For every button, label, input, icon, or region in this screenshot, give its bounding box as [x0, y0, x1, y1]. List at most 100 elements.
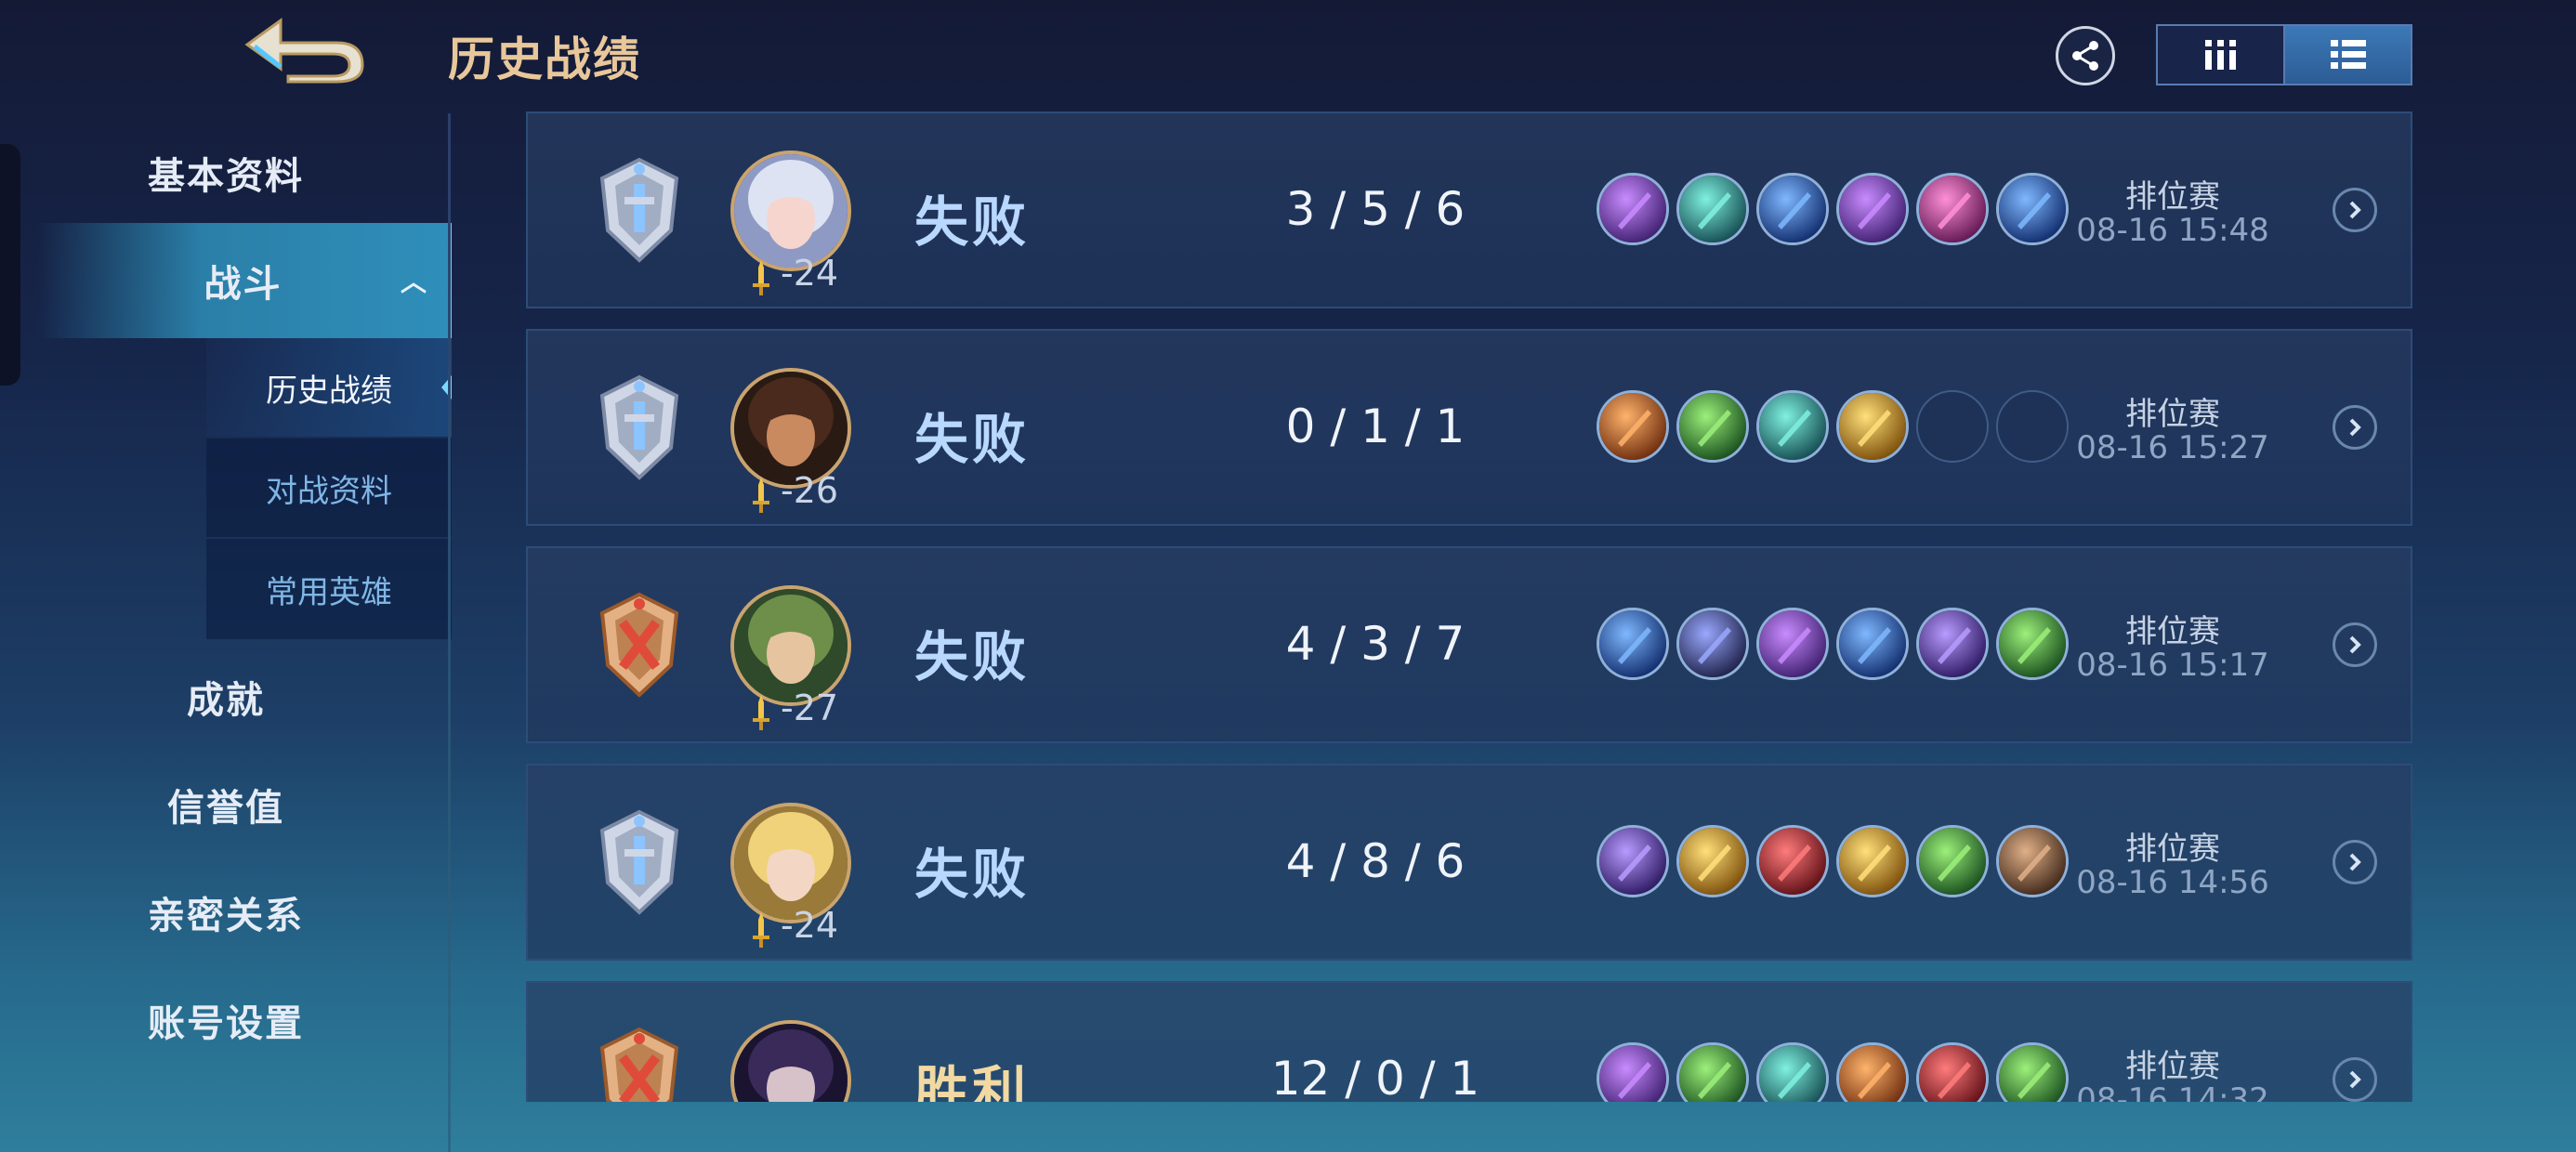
match-detail-button[interactable]: [2333, 188, 2377, 232]
item-icon-gold-ring: [1836, 390, 1909, 463]
item-icon-blue-spear: [1996, 173, 2069, 245]
match-result: 失败: [914, 190, 1031, 254]
nav-item-label: 常用英雄: [266, 573, 392, 611]
item-icon-dark-boots: [1676, 608, 1749, 680]
kda-score: 4 / 3 / 7: [1285, 617, 1465, 671]
sword-icon: [753, 260, 769, 295]
match-result: 失败: [914, 408, 1031, 471]
rank-emblem-icon: [591, 808, 688, 918]
sword-icon: [753, 478, 769, 513]
nav-subitem-common-heroes[interactable]: 常用英雄: [206, 539, 452, 639]
item-icon-purple-mask: [1836, 173, 1909, 245]
item-icon-gold-spear: [1676, 825, 1749, 897]
match-type: 排位赛: [2125, 831, 2220, 868]
nav-subitem-match-history[interactable]: 历史战绩: [206, 338, 452, 437]
rank-emblem-icon: [591, 1026, 688, 1102]
item-icon-blue-orb: [1597, 608, 1669, 680]
item-icon-green-blade: [1916, 825, 1989, 897]
rank-emblem-icon: [591, 591, 688, 700]
empty-item-slot: [1916, 390, 1989, 463]
view-mode-toggle[interactable]: [2156, 24, 2412, 85]
item-icon-purple-tome: [1597, 173, 1669, 245]
match-row[interactable]: -24 失败 3 / 5 / 6 排位赛 08-16 15:48: [526, 111, 2412, 308]
item-icon-green-blade: [1996, 1042, 2069, 1102]
item-icon-green-gem: [1996, 608, 2069, 680]
rank-points-change: -24: [781, 905, 839, 946]
chevron-right-icon: [2349, 1070, 2361, 1089]
rank-points-change: -27: [781, 687, 839, 728]
chevron-right-icon: [2349, 635, 2361, 654]
nav-item-credit-score[interactable]: 信誉值: [0, 769, 452, 840]
nav-item-account-settings[interactable]: 账号设置: [0, 985, 452, 1055]
item-icon-violet-bow: [1597, 825, 1669, 897]
nav-item-label: 成就: [187, 679, 265, 722]
chevron-right-icon: [2349, 201, 2361, 219]
item-build: [1597, 608, 2069, 680]
page-title: 历史战绩: [448, 33, 641, 86]
match-type: 排位赛: [2125, 178, 2220, 216]
kda-score: 4 / 8 / 6: [1285, 834, 1465, 888]
match-row[interactable]: -27 失败 4 / 3 / 7 排位赛 08-16 15:17: [526, 546, 2412, 743]
match-row[interactable]: -26 失败 0 / 1 / 1 排位赛 08-16 15:27: [526, 329, 2412, 526]
item-icon-purple-scythe: [1597, 1042, 1669, 1102]
rank-points-change: -24: [781, 253, 839, 294]
match-row[interactable]: 胜利 12 / 0 / 1 排位赛 08-16 14:32: [526, 981, 2412, 1102]
match-result: 失败: [914, 843, 1031, 906]
chevron-right-icon: [2349, 418, 2361, 437]
empty-item-slot: [1996, 390, 2069, 463]
nav-item-label: 战斗: [204, 263, 283, 306]
item-icon-orange-gauntlet: [1836, 1042, 1909, 1102]
match-type: 排位赛: [2125, 396, 2220, 433]
item-icon-red-shield: [1916, 1042, 1989, 1102]
item-build: [1597, 825, 2069, 897]
nav-item-label: 基本资料: [148, 155, 304, 198]
match-type: 排位赛: [2125, 1048, 2220, 1085]
match-detail-button[interactable]: [2333, 405, 2377, 450]
share-button[interactable]: [2056, 26, 2115, 85]
item-icon-blue-scepter: [1836, 608, 1909, 680]
nav-item-basic-info[interactable]: 基本资料: [0, 137, 452, 208]
rank-points-change: -26: [781, 470, 839, 511]
match-row[interactable]: -24 失败 4 / 8 / 6 排位赛 08-16 14:56: [526, 764, 2412, 961]
nav-item-relationships[interactable]: 亲密关系: [0, 877, 452, 948]
list-view-button[interactable]: [2283, 26, 2411, 84]
nav-item-battle[interactable]: 战斗 ︿: [37, 223, 452, 338]
kda-score: 3 / 5 / 6: [1285, 182, 1465, 236]
item-icon-brown-dagger: [1996, 825, 2069, 897]
item-icon-green-boots: [1676, 1042, 1749, 1102]
rank-emblem-icon: [591, 156, 688, 266]
nav-item-achievements[interactable]: 成就: [0, 661, 452, 732]
item-icon-teal-arrows: [1756, 390, 1829, 463]
item-icon-violet-blade: [1916, 608, 1989, 680]
sword-icon: [753, 912, 769, 948]
match-detail-button[interactable]: [2333, 840, 2377, 884]
list-view-icon: [2330, 40, 2366, 69]
match-history-list[interactable]: -24 失败 3 / 5 / 6 排位赛 08-16 15:48 -26 失败 …: [526, 111, 2412, 1102]
nav-divider: [448, 113, 451, 1152]
nav-item-label: 账号设置: [148, 1002, 304, 1045]
item-icon-green-boots: [1676, 390, 1749, 463]
nav-item-label: 历史战绩: [266, 372, 392, 410]
chevron-up-icon: ︿: [400, 267, 428, 297]
item-icon-gold-staff: [1836, 825, 1909, 897]
match-time: 08-16 15:17: [2076, 647, 2269, 684]
match-time: 08-16 14:32: [2076, 1081, 2269, 1102]
item-build: [1597, 173, 2069, 245]
match-detail-button[interactable]: [2333, 1057, 2377, 1102]
grid-view-button[interactable]: [2158, 26, 2283, 84]
share-icon: [2072, 41, 2098, 71]
nav-subitem-battle-stats[interactable]: 对战资料: [206, 439, 452, 537]
item-icon-pink-crystal: [1916, 173, 1989, 245]
grid-view-icon: [2204, 40, 2236, 70]
kda-score: 12 / 0 / 1: [1270, 1052, 1480, 1102]
match-result: 胜利: [914, 1060, 1031, 1102]
item-icon-purple-tome: [1756, 608, 1829, 680]
match-time: 08-16 15:27: [2076, 429, 2269, 466]
match-type: 排位赛: [2125, 613, 2220, 650]
sword-icon: [753, 695, 769, 730]
sidebar-nav: 基本资料 战斗 ︿ 历史战绩 对战资料 常用英雄 成就 信誉值 亲密关系 账号设…: [0, 0, 452, 1152]
match-detail-button[interactable]: [2333, 622, 2377, 667]
item-icon-red-claw: [1756, 825, 1829, 897]
item-icon-orange-axe: [1597, 390, 1669, 463]
match-time: 08-16 14:56: [2076, 864, 2269, 901]
